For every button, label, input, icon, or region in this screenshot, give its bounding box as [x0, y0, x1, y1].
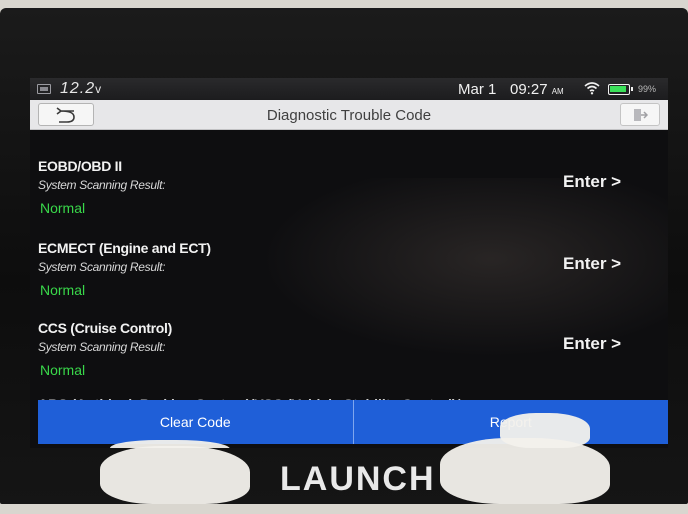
enter-button[interactable]: Enter > [563, 254, 621, 274]
scan-status: Normal [40, 362, 86, 378]
system-list: EOBD/OBD II System Scanning Result: Norm… [30, 130, 668, 400]
voltage-readout: 12.2v [60, 80, 103, 97]
scan-result-label: System Scanning Result: [38, 340, 166, 354]
status-bar: 12.2v Mar 1 09:27 AM 99% [30, 78, 668, 100]
list-item[interactable]: ECMECT (Engine and ECT) System Scanning … [30, 212, 668, 298]
enter-button[interactable]: Enter > [563, 172, 621, 192]
brand-logo: LAUNCH [280, 460, 436, 498]
page-title: Diagnostic Trouble Code [266, 107, 432, 124]
list-item[interactable]: EOBD/OBD II System Scanning Result: Norm… [30, 130, 668, 216]
hand-left [100, 446, 250, 504]
status-time: 09:27 AM [510, 81, 564, 98]
tablet-device: 12.2v Mar 1 09:27 AM 99% Diagnostic Trou… [0, 8, 688, 504]
scan-result-label: System Scanning Result: [38, 178, 166, 192]
enter-button[interactable]: Enter > [563, 334, 621, 354]
system-name: EOBD/OBD II [38, 158, 122, 174]
exit-icon [634, 108, 648, 121]
vehicle-battery-icon [37, 84, 51, 94]
clear-code-button[interactable]: Clear Code [38, 400, 353, 444]
system-name: ECMECT (Engine and ECT) [38, 240, 211, 256]
system-name: CCS (Cruise Control) [38, 320, 173, 336]
battery-percent: 99% [638, 84, 657, 94]
header-bar: Diagnostic Trouble Code [30, 100, 668, 130]
wifi-icon [584, 82, 600, 95]
battery-icon [608, 84, 633, 95]
scan-result-label: System Scanning Result: [38, 260, 166, 274]
exit-button[interactable] [620, 103, 660, 126]
status-date: Mar 1 [458, 81, 497, 98]
hand-right [440, 438, 610, 504]
list-item[interactable]: CCS (Cruise Control) System Scanning Res… [30, 292, 668, 378]
device-screen: 12.2v Mar 1 09:27 AM 99% Diagnostic Trou… [30, 78, 668, 448]
